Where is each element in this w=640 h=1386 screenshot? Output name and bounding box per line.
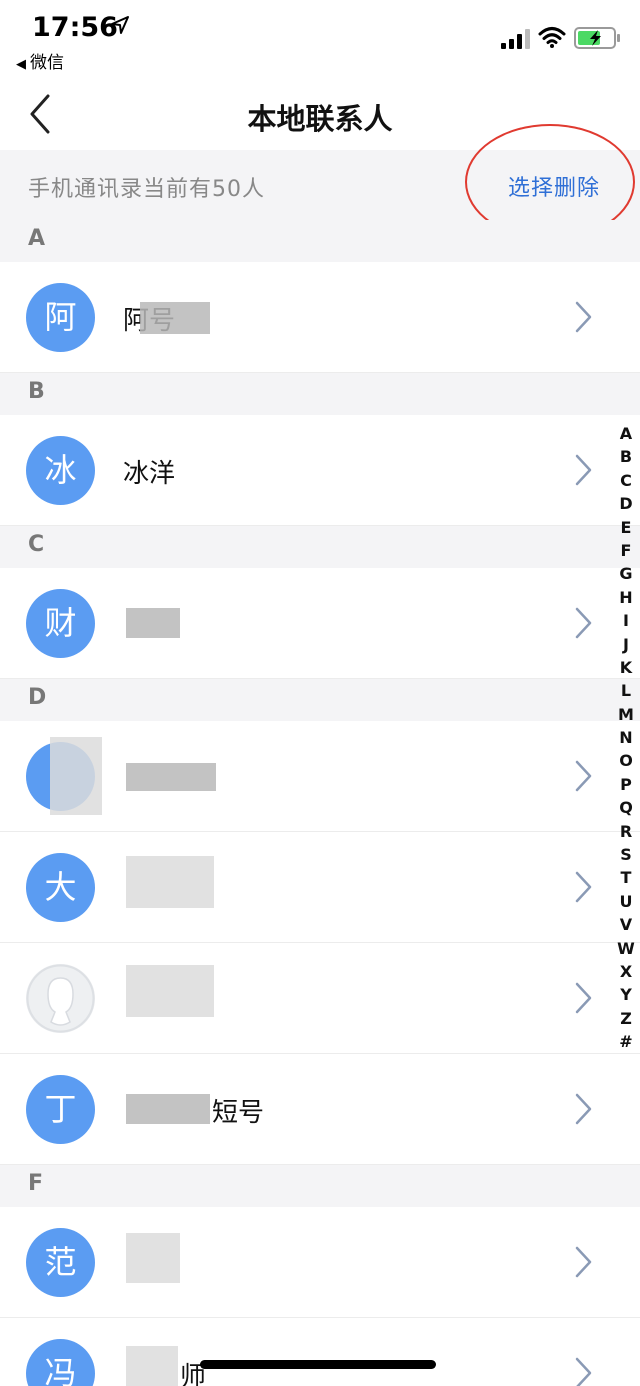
index-letter[interactable]: # [612, 1032, 640, 1055]
index-letter[interactable]: R [612, 822, 640, 845]
index-letter[interactable]: B [612, 447, 640, 470]
home-indicator[interactable] [200, 1360, 436, 1369]
chevron-right-icon [575, 760, 592, 792]
avatar: 冰 [26, 436, 95, 505]
contact-row[interactable]: 丁 短号 [0, 1054, 640, 1165]
contact-row[interactable]: 冯 师 [0, 1318, 640, 1386]
status-bar: 17:56 ◀ 微信 [0, 0, 640, 80]
index-letter[interactable]: Y [612, 985, 640, 1008]
index-letter[interactable]: Z [612, 1009, 640, 1032]
index-letter[interactable]: L [612, 681, 640, 704]
index-letter[interactable]: P [612, 775, 640, 798]
person-silhouette-icon [26, 964, 95, 1033]
battery-charging-icon [574, 27, 620, 49]
section-header-b: B [0, 373, 640, 415]
index-letter[interactable]: K [612, 658, 640, 681]
redaction-blur [126, 965, 214, 1017]
redaction-blur [126, 1346, 178, 1386]
section-header-a: A [0, 220, 640, 262]
default-avatar [26, 964, 95, 1033]
avatar: 丁 [26, 1075, 95, 1144]
contact-name: 冰洋 [123, 459, 176, 489]
redaction-blur [50, 737, 102, 815]
index-letter[interactable]: E [612, 518, 640, 541]
index-letter[interactable]: F [612, 541, 640, 564]
alphabet-index[interactable]: A B C D E F G H I J K L M N O P Q R S T U V W X Y Z # [612, 424, 640, 1056]
avatar: 财 [26, 589, 95, 658]
index-letter[interactable]: V [612, 915, 640, 938]
redaction-blur [126, 856, 214, 908]
section-header-d: D [0, 679, 640, 721]
index-letter[interactable]: U [612, 892, 640, 915]
index-letter[interactable]: S [612, 845, 640, 868]
cellular-signal-icon [501, 29, 530, 49]
contact-count-text: 手机通讯录当前有50人 [28, 177, 265, 202]
index-letter[interactable]: J [612, 635, 640, 658]
contact-row[interactable]: 大 [0, 832, 640, 943]
index-letter[interactable]: C [612, 471, 640, 494]
chevron-right-icon [575, 982, 592, 1014]
index-letter[interactable]: I [612, 611, 640, 634]
contact-name: 短号 [212, 1098, 265, 1128]
chevron-right-icon [575, 301, 592, 333]
contact-count-bar: 手机通讯录当前有50人 选择删除 [0, 150, 640, 220]
section-header-f: F [0, 1165, 640, 1207]
chevron-right-icon [575, 1246, 592, 1278]
contact-row[interactable] [0, 943, 640, 1054]
chevron-right-icon [575, 1357, 592, 1386]
chevron-right-icon [575, 454, 592, 486]
chevron-right-icon [575, 607, 592, 639]
avatar: 大 [26, 853, 95, 922]
redaction-blur [126, 1094, 210, 1124]
back-app-label: 微信 [30, 53, 64, 73]
wifi-icon [538, 27, 566, 48]
redaction-blur [126, 763, 216, 791]
contact-list: A 阿 阿号 B 冰 冰洋 C 财 D 大 [0, 220, 640, 1386]
index-letter[interactable]: N [612, 728, 640, 751]
index-letter[interactable]: D [612, 494, 640, 517]
contact-row[interactable]: 范 [0, 1207, 640, 1318]
redaction-blur [126, 608, 180, 638]
redaction-blur [126, 1233, 180, 1283]
location-arrow-icon [111, 16, 129, 34]
section-header-c: C [0, 526, 640, 568]
navigation-bar: 本地联系人 [0, 80, 640, 150]
index-letter[interactable]: T [612, 868, 640, 891]
index-letter[interactable]: H [612, 588, 640, 611]
index-letter[interactable]: M [612, 705, 640, 728]
avatar: 范 [26, 1228, 95, 1297]
select-delete-button[interactable]: 选择删除 [508, 170, 600, 202]
avatar: 冯 [26, 1339, 95, 1386]
redaction-blur [140, 302, 210, 334]
index-letter[interactable]: W [612, 939, 640, 962]
chevron-right-icon [575, 1093, 592, 1125]
back-to-app-link[interactable]: ◀ 微信 [16, 48, 64, 73]
index-letter[interactable]: G [612, 564, 640, 587]
index-letter[interactable]: O [612, 751, 640, 774]
contact-row[interactable]: 财 [0, 568, 640, 679]
back-triangle-icon: ◀ [16, 57, 26, 72]
index-letter[interactable]: X [612, 962, 640, 985]
status-time: 17:56 [32, 12, 118, 43]
chevron-right-icon [575, 871, 592, 903]
avatar: 阿 [26, 283, 95, 352]
contact-row[interactable] [0, 721, 640, 832]
index-letter[interactable]: Q [612, 798, 640, 821]
contact-row[interactable]: 冰 冰洋 [0, 415, 640, 526]
page-title: 本地联系人 [247, 102, 393, 136]
index-letter[interactable]: A [612, 424, 640, 447]
contact-row[interactable]: 阿 阿号 [0, 262, 640, 373]
